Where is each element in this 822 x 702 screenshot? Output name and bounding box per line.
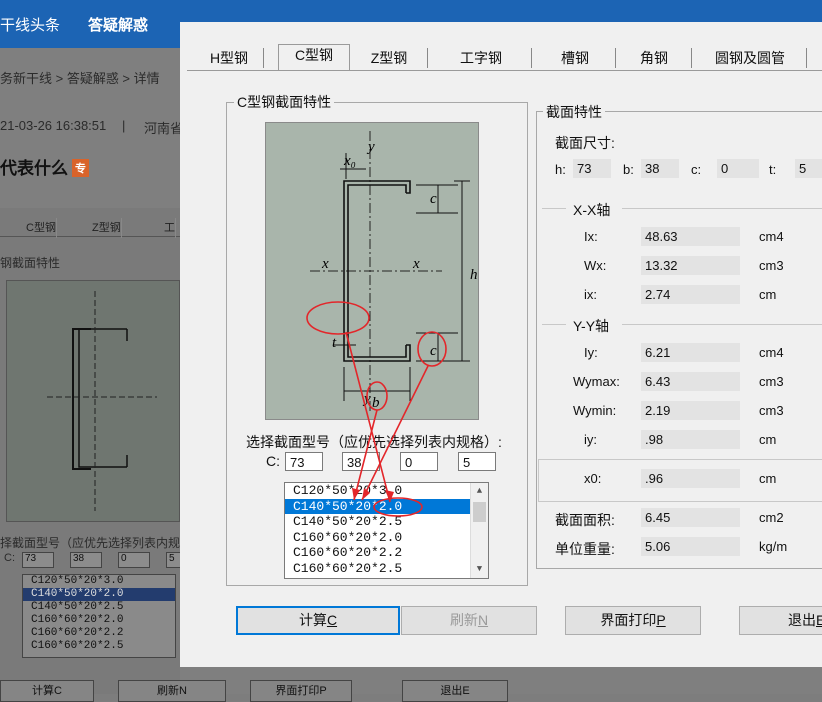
tab-c-steel[interactable]: C型钢 xyxy=(278,44,350,70)
red-annotation-overlay xyxy=(306,301,447,517)
